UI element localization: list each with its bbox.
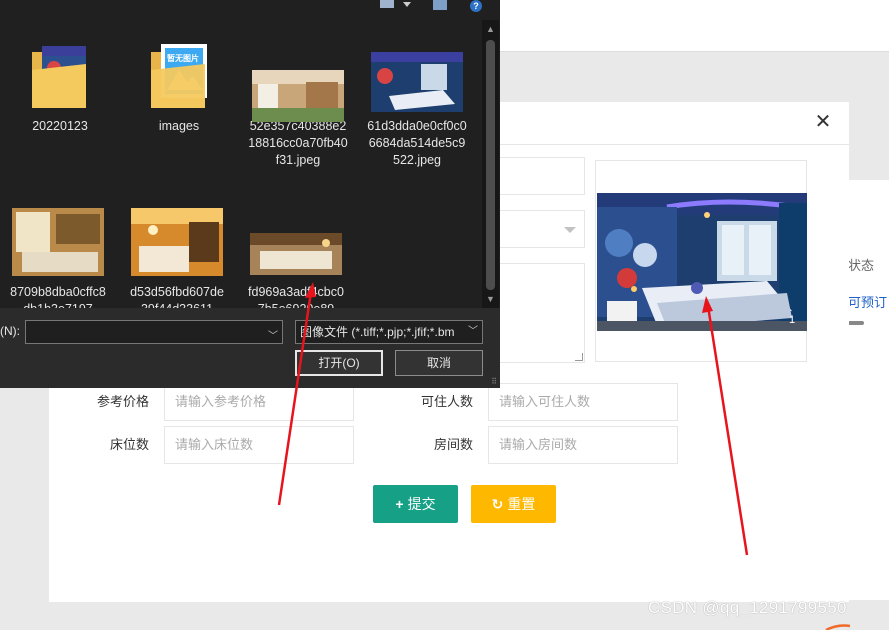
arrowhead-right	[702, 296, 713, 313]
annotation-arrow-left	[277, 291, 313, 506]
arrowhead-left	[305, 282, 316, 298]
annotation-mark	[825, 624, 851, 630]
watermark: CSDN @qq_1291799550	[648, 598, 847, 617]
annotation-arrow-right	[706, 305, 749, 556]
annotation-arrows	[277, 282, 851, 630]
